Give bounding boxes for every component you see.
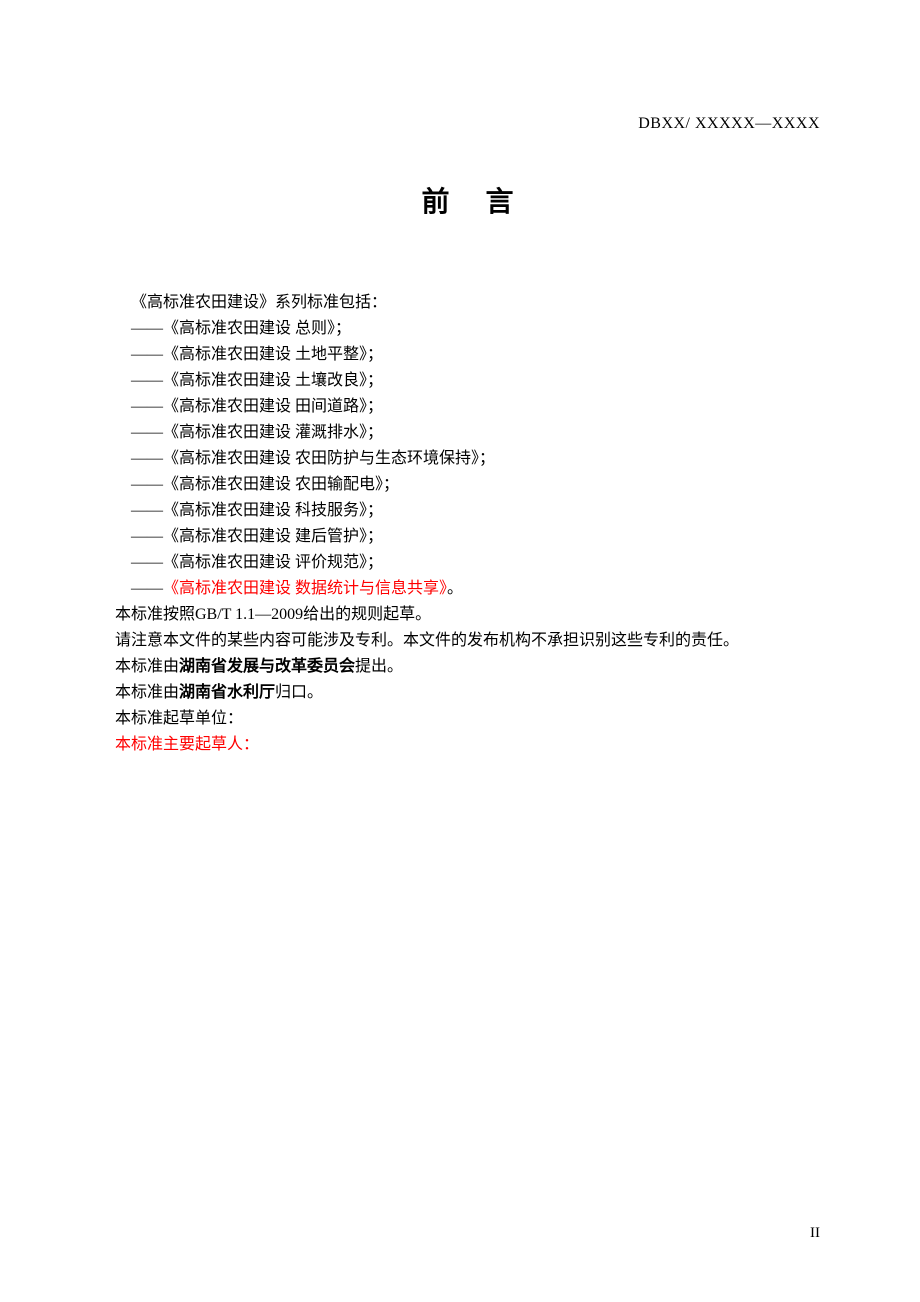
- standard-item: ——《高标准农田建设 总则》；: [115, 316, 820, 342]
- page-title: 前言: [115, 180, 820, 220]
- content-body: 《高标准农田建设》系列标准包括： ——《高标准农田建设 总则》； ——《高标准农…: [115, 290, 820, 758]
- page-number: II: [810, 1225, 820, 1242]
- standard-item-highlighted: ——《高标准农田建设 数据统计与信息共享》。: [115, 576, 820, 602]
- highlighted-standard-name: 《高标准农田建设 数据统计与信息共享》: [163, 580, 447, 597]
- proposing-org-name: 湖南省发展与改革委员会: [179, 658, 355, 675]
- item-prefix: ——: [131, 580, 163, 597]
- standard-item: ——《高标准农田建设 农田输配电》；: [115, 472, 820, 498]
- standard-item: ——《高标准农田建设 建后管护》；: [115, 524, 820, 550]
- standard-item: ——《高标准农田建设 农田防护与生态环境保持》；: [115, 446, 820, 472]
- standard-item: ——《高标准农田建设 土地平整》；: [115, 342, 820, 368]
- intro-text: 《高标准农田建设》系列标准包括：: [115, 290, 820, 316]
- governing-org-text: 本标准由湖南省水利厅归口。: [115, 680, 820, 706]
- standard-item: ——《高标准农田建设 田间道路》；: [115, 394, 820, 420]
- standard-item: ——《高标准农田建设 科技服务》；: [115, 498, 820, 524]
- drafting-unit-text: 本标准起草单位：: [115, 706, 820, 732]
- governing-org-name: 湖南省水利厅: [179, 684, 275, 701]
- drafters-text: 本标准主要起草人：: [115, 732, 820, 758]
- patent-notice-text: 请注意本文件的某些内容可能涉及专利。本文件的发布机构不承担识别这些专利的责任。: [115, 628, 820, 654]
- standard-item: ——《高标准农田建设 土壤改良》；: [115, 368, 820, 394]
- item-suffix: 。: [447, 580, 463, 597]
- standard-item: ——《高标准农田建设 评价规范》；: [115, 550, 820, 576]
- document-page: DBXX/ XXXXX—XXXX 前言 《高标准农田建设》系列标准包括： ——《…: [0, 0, 920, 818]
- header-standard-code: DBXX/ XXXXX—XXXX: [638, 115, 820, 133]
- proposing-org-text: 本标准由湖南省发展与改革委员会提出。: [115, 654, 820, 680]
- standard-item: ——《高标准农田建设 灌溉排水》；: [115, 420, 820, 446]
- drafting-rule-text: 本标准按照GB/T 1.1—2009给出的规则起草。: [115, 602, 820, 628]
